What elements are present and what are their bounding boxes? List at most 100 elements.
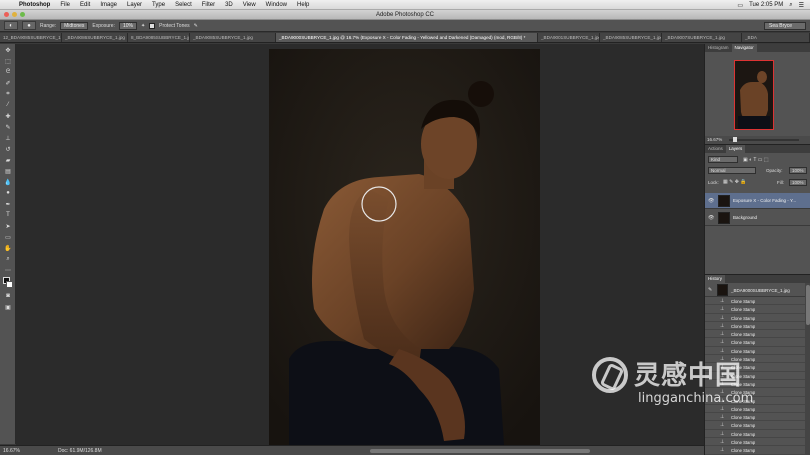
menu-type[interactable]: Type	[147, 2, 170, 8]
tab-history[interactable]: History	[705, 275, 726, 283]
history-snapshot[interactable]: ✎ _BDA9000SUBBRYCE_1.jpg	[705, 283, 810, 297]
document-tab[interactable]: _BDA9085SUBBRYCE_1.jpg	[190, 33, 276, 42]
dodge-tool-icon[interactable]: ●	[2, 188, 14, 198]
menu-3d[interactable]: 3D	[220, 2, 238, 8]
visibility-eye-icon[interactable]: 👁	[708, 215, 714, 221]
history-item[interactable]: ⊥ Clone Stamp	[705, 446, 805, 455]
tab-actions[interactable]: Actions	[705, 145, 726, 153]
color-swatches-icon[interactable]	[2, 276, 14, 290]
history-item[interactable]: ⊥ Clone Stamp	[705, 388, 805, 397]
eyedropper-tool-icon[interactable]: ⁄	[2, 100, 14, 110]
zoom-readout[interactable]: 16.67%	[3, 448, 20, 454]
menu-layer[interactable]: Layer	[122, 2, 147, 8]
history-scrollbar[interactable]	[805, 283, 810, 455]
history-brush-source-icon[interactable]: ✎	[708, 287, 712, 293]
history-item[interactable]: ⊥ Clone Stamp	[705, 413, 805, 422]
workspace-select[interactable]: Sea Bryce	[764, 22, 806, 30]
brush-tool-icon[interactable]: ✎	[2, 122, 14, 132]
menu-edit[interactable]: Edit	[75, 2, 95, 8]
battery-icon[interactable]: ▭	[737, 2, 743, 9]
list-icon[interactable]: ☰	[799, 2, 804, 9]
menu-help[interactable]: Help	[292, 2, 314, 8]
tab-layers[interactable]: Layers	[725, 145, 746, 153]
document-tab-active[interactable]: _BDA9000SUBBRYCE_1.jpg @ 16.7% (Exposure…	[276, 33, 538, 42]
history-item[interactable]: ⊥ Clone Stamp	[705, 297, 805, 306]
clone-stamp-tool-icon[interactable]: ⊥	[2, 133, 14, 143]
canvas-area[interactable]	[16, 44, 704, 445]
marquee-tool-icon[interactable]: ⬚	[2, 56, 14, 66]
screen-mode-icon[interactable]: ▣	[2, 302, 14, 312]
healing-brush-tool-icon[interactable]: ✚	[2, 111, 14, 121]
lasso-tool-icon[interactable]: ᘓ	[2, 67, 14, 77]
document-canvas[interactable]	[269, 49, 540, 445]
crop-tool-icon[interactable]: ⌗	[2, 89, 14, 99]
protect-tones-checkbox[interactable]	[149, 22, 156, 29]
blur-tool-icon[interactable]: 💧	[2, 177, 14, 187]
history-item[interactable]: ⊥ Clone Stamp	[705, 322, 805, 331]
history-brush-tool-icon[interactable]: ↺	[2, 144, 14, 154]
document-tab[interactable]: _BDA9001SUBBRYCE_1.jpg	[538, 33, 600, 42]
more-tools-icon[interactable]: ⋯	[2, 265, 14, 275]
menu-photoshop[interactable]: Photoshop	[14, 2, 55, 8]
fill-field[interactable]: 100%	[789, 179, 807, 186]
history-item[interactable]: ⊥ Clone Stamp	[705, 355, 805, 364]
history-item[interactable]: ⊥ Clone Stamp	[705, 314, 805, 322]
history-item[interactable]: ⊥ Clone Stamp	[705, 305, 805, 314]
search-icon[interactable]: ⌕	[789, 2, 792, 9]
layer-row-exposure[interactable]: 👁 Exposure X - Color Fading - Y...	[705, 193, 810, 209]
history-item[interactable]: ⊥ Clone Stamp	[705, 421, 805, 430]
layer-filter-icons[interactable]: ▣ ◐ T ▭ ⬚	[743, 157, 769, 163]
history-item[interactable]: ⊥ Clone Stamp	[705, 363, 805, 372]
tab-histogram[interactable]: Histogram	[705, 44, 732, 52]
pressure-icon[interactable]: ✎	[194, 23, 198, 29]
history-item[interactable]: ⊥ Clone Stamp	[705, 438, 805, 447]
menu-filter[interactable]: Filter	[197, 2, 220, 8]
zoom-tool-icon[interactable]: ⌕	[2, 254, 14, 264]
menu-view[interactable]: View	[238, 2, 261, 8]
pen-tool-icon[interactable]: ✒	[2, 199, 14, 209]
quick-select-tool-icon[interactable]: ✐	[2, 78, 14, 88]
document-tab[interactable]: _BDA	[742, 33, 810, 42]
menu-file[interactable]: File	[55, 2, 75, 8]
menu-select[interactable]: Select	[170, 2, 197, 8]
document-tab[interactable]: _BDA9086SUBBRYCE_1.jpg	[62, 33, 128, 42]
airbrush-icon[interactable]: ✦	[141, 23, 145, 29]
visibility-eye-icon[interactable]: 👁	[708, 198, 714, 204]
history-item[interactable]: ⊥ Clone Stamp	[705, 380, 805, 389]
document-tab[interactable]: _BDA9085SUBBRYCE_1.jpg	[600, 33, 662, 42]
history-item[interactable]: ⊥ Clone Stamp	[705, 330, 805, 339]
history-item[interactable]: ⊥ Clone Stamp	[705, 405, 805, 414]
navigator-thumbnail[interactable]	[734, 60, 774, 130]
path-select-tool-icon[interactable]: ➤	[2, 221, 14, 231]
navigator-zoom-slider[interactable]	[729, 139, 799, 141]
document-tab[interactable]: 12_BDA9085SUBBRYCE_1.jpg	[0, 33, 62, 42]
quick-mask-icon[interactable]: ◙	[2, 291, 14, 301]
filter-kind-select[interactable]: Kind	[708, 156, 738, 163]
type-tool-icon[interactable]: T	[2, 210, 14, 220]
range-select[interactable]: Midtones	[60, 21, 89, 30]
navigator-zoom-value[interactable]: 16.67%	[707, 137, 722, 142]
clock[interactable]: Tue 2:05 PM	[749, 2, 783, 8]
horizontal-scrollbar[interactable]	[370, 449, 590, 453]
document-tab[interactable]: 8_BDA9085SUBBRYCE_1.jpg	[128, 33, 190, 42]
history-item[interactable]: ⊥ Clone Stamp	[705, 372, 805, 380]
eraser-tool-icon[interactable]: ▰	[2, 155, 14, 165]
history-item[interactable]: ⊥ Clone Stamp	[705, 397, 805, 405]
history-item[interactable]: ⊥ Clone Stamp	[705, 347, 805, 356]
hand-tool-icon[interactable]: ✋	[2, 243, 14, 253]
gradient-tool-icon[interactable]: ▤	[2, 166, 14, 176]
history-item[interactable]: ⊥ Clone Stamp	[705, 430, 805, 439]
move-tool-icon[interactable]: ✥	[2, 45, 14, 55]
burn-tool-preset-icon[interactable]: ◐	[4, 21, 18, 30]
shape-tool-icon[interactable]: ▭	[2, 232, 14, 242]
brush-preset-icon[interactable]: ●	[22, 21, 36, 30]
layer-row-background[interactable]: 👁 Background	[705, 210, 810, 226]
exposure-field[interactable]: 10%	[118, 21, 137, 30]
doc-size-readout[interactable]: Doc: 61.9M/126.8M	[58, 448, 102, 454]
blend-mode-select[interactable]: Normal	[708, 167, 756, 174]
menu-window[interactable]: Window	[261, 2, 292, 8]
tab-navigator[interactable]: Navigator	[731, 44, 757, 52]
document-tab[interactable]: _BDA9007SUBBRYCE_1.jpg	[662, 33, 742, 42]
menu-image[interactable]: Image	[95, 2, 122, 8]
opacity-field[interactable]: 100%	[789, 167, 807, 174]
